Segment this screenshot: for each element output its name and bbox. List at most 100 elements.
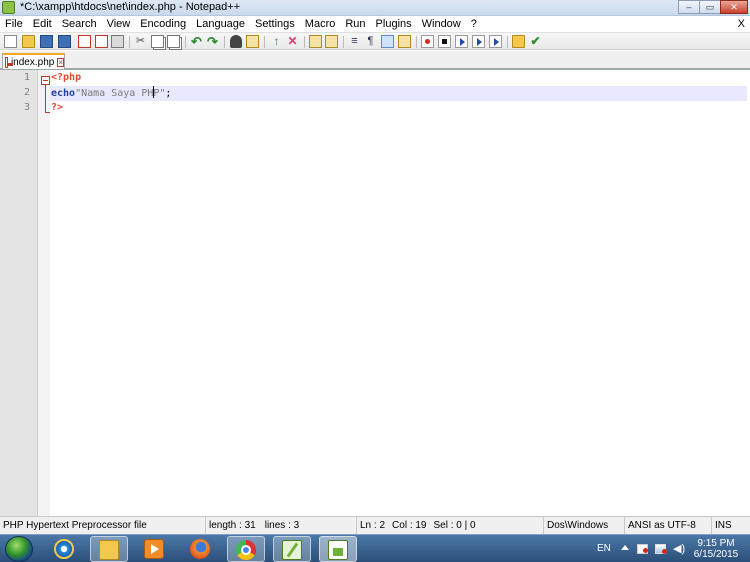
- spell-check-icon[interactable]: ✔: [529, 35, 542, 48]
- notepadpp-app-icon[interactable]: [2, 1, 15, 14]
- stop-record-icon[interactable]: [438, 35, 451, 48]
- menu-edit[interactable]: Edit: [28, 16, 57, 32]
- notepadpp-icon: [282, 540, 302, 560]
- menu-file[interactable]: File: [0, 16, 28, 32]
- menu-encoding[interactable]: Encoding: [135, 16, 191, 32]
- new-file-icon[interactable]: [4, 35, 17, 48]
- indent-guide-icon[interactable]: [381, 35, 394, 48]
- toolbar-separator: [507, 36, 508, 48]
- toolbar-separator: [343, 36, 344, 48]
- modified-file-icon: [5, 56, 13, 68]
- cut-icon[interactable]: ✂: [134, 35, 147, 48]
- echo-keyword: echo: [51, 88, 76, 99]
- doc-map-icon[interactable]: [398, 35, 411, 48]
- tab-close-icon[interactable]: ×: [57, 57, 64, 67]
- line-number: 2: [23, 87, 30, 98]
- play-macro-icon[interactable]: [455, 35, 468, 48]
- word-wrap-icon[interactable]: ≡: [348, 35, 361, 48]
- line-number-gutter[interactable]: 1 2 3: [0, 70, 38, 517]
- system-clock[interactable]: 9:15 PM 6/15/2015: [690, 538, 742, 560]
- menu-macro[interactable]: Macro: [300, 16, 341, 32]
- status-bar: PHP Hypertext Preprocessor file length :…: [0, 516, 750, 534]
- show-all-chars-icon[interactable]: ¶: [364, 35, 377, 48]
- maximize-button[interactable]: ▭: [699, 0, 721, 14]
- status-length: length : 31 lines : 3: [206, 517, 356, 534]
- tab-index-php[interactable]: index.php ×: [2, 53, 65, 69]
- folder-workspace-icon[interactable]: [512, 35, 525, 48]
- tab-bar: index.php ×: [0, 51, 750, 69]
- code-line-1[interactable]: <?php: [51, 71, 81, 85]
- play-multiple-icon[interactable]: [472, 35, 485, 48]
- menu-settings[interactable]: Settings: [250, 16, 300, 32]
- menu-help[interactable]: ?: [466, 16, 482, 32]
- action-center-flag-icon[interactable]: [637, 544, 648, 554]
- save-all-icon[interactable]: [58, 35, 71, 48]
- start-button-icon[interactable]: [5, 536, 33, 562]
- taskbar-firefox[interactable]: [182, 536, 220, 562]
- toolbar-separator: [224, 36, 225, 48]
- menu-view[interactable]: View: [102, 16, 136, 32]
- menu-language[interactable]: Language: [191, 16, 250, 32]
- line-number: 3: [23, 102, 30, 113]
- media-player-icon: [144, 539, 164, 559]
- close-icon[interactable]: [78, 35, 91, 48]
- show-hidden-icons-icon[interactable]: [621, 545, 629, 550]
- sync-v-icon[interactable]: [309, 35, 322, 48]
- chrome-icon: [236, 540, 256, 560]
- toolbar-separator: [264, 36, 265, 48]
- find-icon[interactable]: [230, 35, 242, 48]
- print-icon[interactable]: [111, 35, 124, 48]
- code-line-3[interactable]: ?>: [51, 101, 63, 115]
- fold-margin[interactable]: [38, 70, 50, 517]
- paste-icon[interactable]: [167, 35, 180, 48]
- string-literal: "Nama Saya PH: [75, 88, 154, 99]
- zoom-in-icon[interactable]: ↑: [270, 35, 283, 48]
- zoom-out-icon[interactable]: ✕: [286, 35, 299, 48]
- open-file-icon[interactable]: [22, 35, 35, 48]
- notepadpp-window-icon: [328, 540, 348, 560]
- menu-search[interactable]: Search: [57, 16, 102, 32]
- record-macro-icon[interactable]: [421, 35, 434, 48]
- save-macro-icon[interactable]: [489, 35, 502, 48]
- toolbar-separator: [185, 36, 186, 48]
- status-eol[interactable]: Dos\Windows: [544, 517, 625, 534]
- close-document-button[interactable]: X: [738, 16, 745, 32]
- status-mode: INS: [715, 520, 732, 531]
- toolbar-separator: [129, 36, 130, 48]
- status-position: Ln : 2 Col : 19 Sel : 0 | 0: [356, 517, 544, 534]
- folder-explorer-icon: [99, 540, 119, 560]
- close-window-button[interactable]: ✕: [720, 0, 748, 14]
- replace-icon[interactable]: [246, 35, 259, 48]
- menu-run[interactable]: Run: [340, 16, 370, 32]
- toolbar: ✂ ↶ ↷ ↑ ✕ ≡ ¶ ✔: [0, 32, 750, 50]
- menu-bar: File Edit Search View Encoding Language …: [0, 16, 750, 32]
- taskbar-notepadpp[interactable]: [273, 536, 311, 562]
- save-icon[interactable]: [40, 35, 53, 48]
- taskbar-media[interactable]: [136, 536, 174, 562]
- minimize-button[interactable]: –: [678, 0, 700, 14]
- status-length-value: length : 31: [209, 520, 256, 531]
- line-number: 1: [23, 72, 30, 83]
- taskbar-notepadpp-active[interactable]: [319, 536, 357, 562]
- fold-toggle-icon[interactable]: [41, 76, 50, 85]
- undo-icon[interactable]: ↶: [190, 35, 203, 48]
- code-line-2[interactable]: echo"Nama Saya PHP";: [51, 86, 171, 101]
- volume-icon[interactable]: ◀): [673, 544, 685, 555]
- title-bar: *C:\xampp\htdocs\net\index.php - Notepad…: [0, 0, 750, 16]
- copy-icon[interactable]: [151, 35, 164, 48]
- redo-icon[interactable]: ↷: [206, 35, 219, 48]
- sync-h-icon[interactable]: [325, 35, 338, 48]
- php-open-tag: <?php: [51, 72, 82, 83]
- language-indicator[interactable]: EN: [597, 543, 611, 554]
- menu-plugins[interactable]: Plugins: [371, 16, 417, 32]
- taskbar-chrome[interactable]: [227, 536, 265, 562]
- close-all-icon[interactable]: [95, 35, 108, 48]
- toolbar-separator: [304, 36, 305, 48]
- editor[interactable]: 1 2 3 <?php echo"Nama Saya PHP"; ?>: [0, 69, 750, 517]
- statement-end: ;: [165, 88, 172, 99]
- taskbar-explorer[interactable]: [90, 536, 128, 562]
- status-encoding[interactable]: ANSI as UTF-8: [625, 517, 712, 534]
- menu-window[interactable]: Window: [417, 16, 466, 32]
- network-icon[interactable]: [655, 544, 667, 554]
- taskbar-ie[interactable]: [46, 536, 84, 562]
